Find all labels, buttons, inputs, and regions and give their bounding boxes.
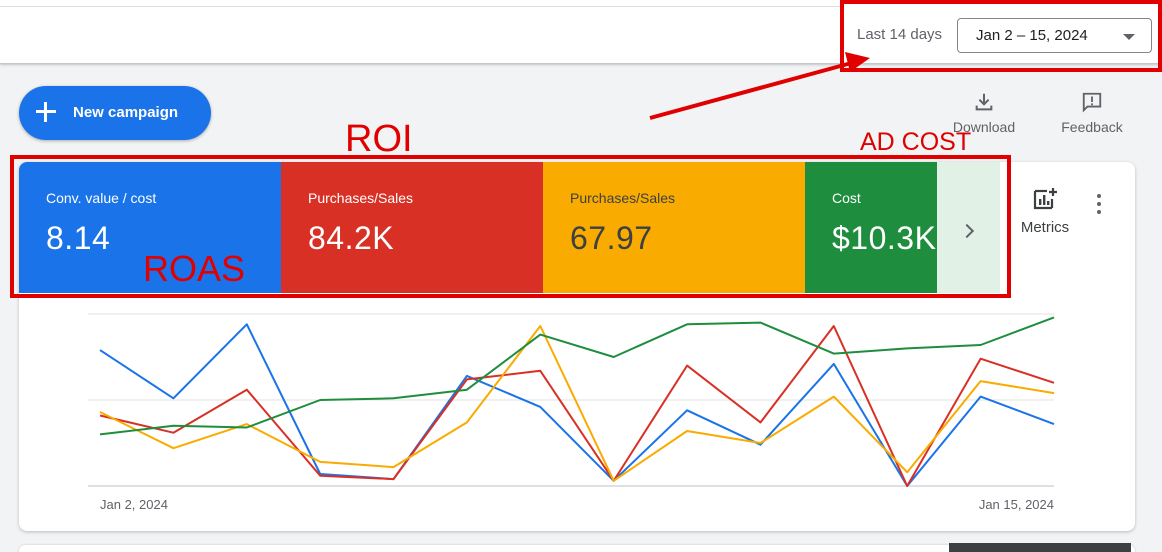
annotation-roas: ROAS bbox=[143, 248, 246, 289]
next-card-dark-element bbox=[949, 543, 1131, 552]
download-icon bbox=[975, 93, 993, 111]
divider bbox=[0, 6, 840, 7]
metrics-button[interactable]: Metrics bbox=[1010, 187, 1080, 236]
feedback-button[interactable]: Feedback bbox=[1056, 91, 1128, 135]
feedback-label: Feedback bbox=[1061, 119, 1123, 135]
annotation-box-date bbox=[840, 0, 1162, 72]
new-campaign-button[interactable]: New campaign bbox=[19, 86, 211, 140]
metrics-label: Metrics bbox=[1020, 219, 1070, 236]
new-campaign-label: New campaign bbox=[73, 104, 179, 121]
annotation-ad-cost: AD COST bbox=[860, 128, 972, 156]
annotation-roi: ROI bbox=[345, 118, 413, 160]
more-vert-icon[interactable] bbox=[1090, 192, 1110, 216]
feedback-icon bbox=[1082, 92, 1102, 113]
plus-icon bbox=[35, 101, 57, 123]
add-chart-icon bbox=[1033, 188, 1057, 210]
